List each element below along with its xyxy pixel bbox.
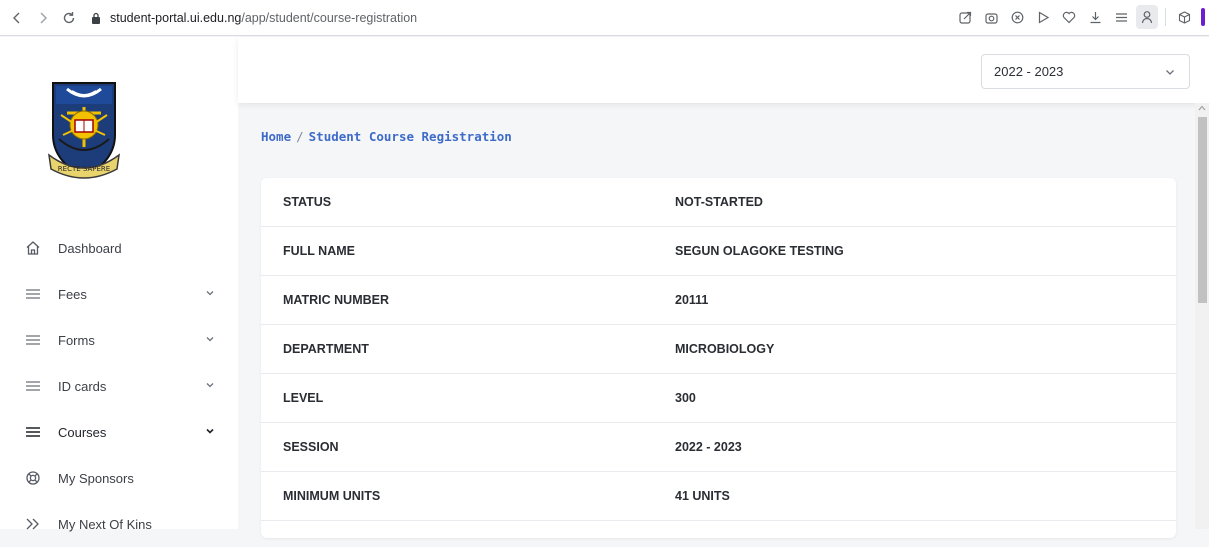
list-icon <box>24 377 42 395</box>
session-select-value: 2022 - 2023 <box>994 64 1064 79</box>
url-host: student-portal.ui.edu.ng <box>110 10 242 25</box>
registration-details-card: STATUS NOT-STARTED FULL NAME SEGUN OLAGO… <box>261 178 1176 538</box>
chevron-down-icon[interactable] <box>204 425 216 437</box>
detail-label: STATUS <box>283 195 332 209</box>
table-row: SESSION 2022 - 2023 <box>261 423 1176 472</box>
chevron-down-icon[interactable] <box>204 287 216 299</box>
sidebar-item-label: Forms <box>58 332 95 348</box>
chevron-down-icon <box>1164 66 1176 78</box>
breadcrumb-current: Student Course Registration <box>308 129 512 144</box>
table-row: FULL NAME SEGUN OLAGOKE TESTING <box>261 227 1176 276</box>
breadcrumb-separator: / <box>296 129 304 144</box>
table-row: DEPARTMENT MICROBIOLOGY <box>261 325 1176 374</box>
reload-icon[interactable] <box>56 5 82 31</box>
list-icon <box>24 285 42 303</box>
sidebar-item-my-sponsors[interactable]: My Sponsors <box>0 455 238 501</box>
table-row: STATUS NOT-STARTED <box>261 178 1176 227</box>
sidebar-item-label: ID cards <box>58 378 107 394</box>
sidebar-item-forms[interactable]: Forms <box>0 317 238 363</box>
download-icon[interactable] <box>1084 5 1106 29</box>
session-select[interactable]: 2022 - 2023 <box>981 54 1190 89</box>
lifebuoy-icon <box>24 469 42 487</box>
detail-value: MICROBIOLOGY <box>675 342 775 356</box>
sidebar-item-label: My Sponsors <box>58 470 134 486</box>
svg-text:RECTE SAPERE: RECTE SAPERE <box>58 165 110 173</box>
double-chevron-right-icon <box>24 515 42 533</box>
profile-icon[interactable] <box>1136 5 1158 29</box>
url-path: /app/student/course-registration <box>241 10 418 25</box>
sidebar-item-fees[interactable]: Fees <box>0 271 238 317</box>
camera-icon[interactable] <box>980 5 1002 29</box>
detail-label: LEVEL <box>283 391 324 405</box>
address-bar[interactable]: student-portal.ui.edu.ng/app/student/cou… <box>88 10 417 26</box>
detail-label: MINIMUM UNITS <box>283 489 381 503</box>
detail-value: SEGUN OLAGOKE TESTING <box>675 244 844 258</box>
forward-icon[interactable] <box>30 5 56 31</box>
heart-icon[interactable] <box>1058 5 1080 29</box>
share-icon[interactable] <box>954 5 976 29</box>
detail-label: MATRIC NUMBER <box>283 293 390 307</box>
play-icon[interactable] <box>1032 5 1054 29</box>
extension-accent-bar <box>1201 8 1205 26</box>
menu-icon[interactable] <box>1110 5 1132 29</box>
detail-value: NOT-STARTED <box>675 195 763 209</box>
university-logo[interactable]: RECTE SAPERE <box>45 77 123 185</box>
table-row: MINIMUM UNITS 41 UNITS <box>261 472 1176 521</box>
detail-value: 41 UNITS <box>675 489 730 503</box>
sidebar-item-my-next-of-kins[interactable]: My Next Of Kins <box>0 501 238 547</box>
detail-label: SESSION <box>283 440 339 454</box>
breadcrumb-home-link[interactable]: Home <box>261 129 291 144</box>
sidebar-item-label: Courses <box>58 424 107 440</box>
detail-label: DEPARTMENT <box>283 342 369 356</box>
top-header: 2022 - 2023 <box>238 37 1209 103</box>
back-icon[interactable] <box>4 5 30 31</box>
shield-icon[interactable] <box>1006 5 1028 29</box>
breadcrumb: Home / Student Course Registration <box>261 129 512 144</box>
table-row: MATRIC NUMBER 20111 <box>261 276 1176 325</box>
detail-label: FULL NAME <box>283 244 355 258</box>
sidebar-item-label: My Next Of Kins <box>58 516 152 532</box>
cube-icon[interactable] <box>1173 5 1195 29</box>
chevron-down-icon[interactable] <box>204 379 216 391</box>
detail-value: 2022 - 2023 <box>675 440 742 454</box>
page-scrollbar[interactable] <box>1195 103 1209 529</box>
sidebar-item-label: Dashboard <box>58 240 122 256</box>
sidebar-item-id-cards[interactable]: ID cards <box>0 363 238 409</box>
toolbar-divider <box>1165 8 1166 26</box>
lock-icon <box>88 10 104 26</box>
browser-toolbar: student-portal.ui.edu.ng/app/student/cou… <box>0 0 1209 36</box>
list-icon <box>24 423 42 441</box>
scrollbar-thumb[interactable] <box>1198 117 1207 303</box>
sidebar-item-dashboard[interactable]: Dashboard <box>0 225 238 271</box>
sidebar: RECTE SAPERE Dashboard Fees Forms ID car… <box>0 37 238 532</box>
list-icon <box>24 331 42 349</box>
scroll-up-arrow-icon[interactable] <box>1198 105 1206 113</box>
sidebar-item-courses[interactable]: Courses <box>0 409 238 455</box>
sidebar-item-label: Fees <box>58 286 87 302</box>
chevron-down-icon[interactable] <box>204 333 216 345</box>
home-icon <box>24 239 42 257</box>
table-row: LEVEL 300 <box>261 374 1176 423</box>
detail-value: 300 <box>675 391 696 405</box>
detail-value: 20111 <box>675 293 709 307</box>
sidebar-menu: Dashboard Fees Forms ID cards Courses My… <box>0 225 238 547</box>
